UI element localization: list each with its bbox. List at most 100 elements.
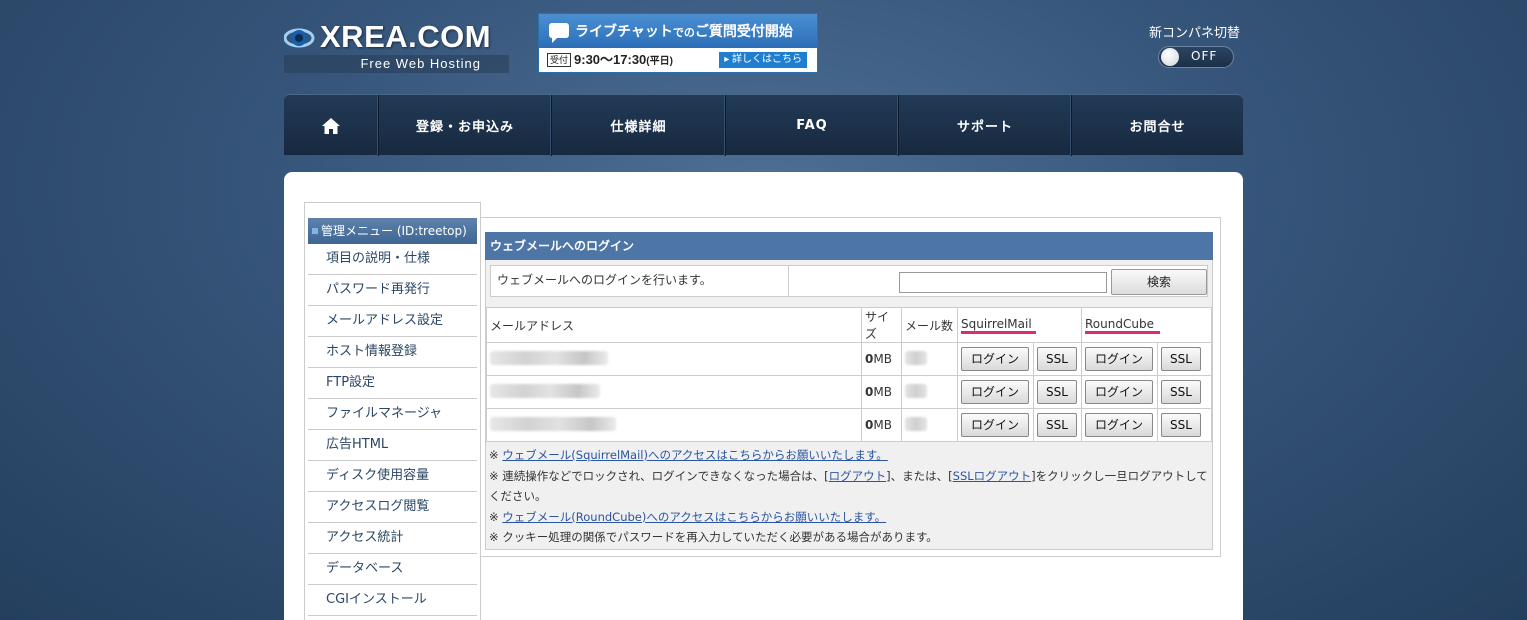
search-area: 検索 xyxy=(789,266,1207,296)
sidebar-item-host[interactable]: ホスト情報登録 xyxy=(308,337,477,368)
squirrelmail-access-link[interactable]: ウェブメール(SquirrelMail)へのアクセスはこちらからお願いいたします… xyxy=(502,448,887,462)
chat-hours-text: 9:30～17:30 xyxy=(574,52,647,67)
squirrelmail-label: SquirrelMail xyxy=(961,317,1036,334)
redacted-count xyxy=(905,416,927,431)
roundcube-ssl-button[interactable]: SSL xyxy=(1161,347,1201,371)
redacted-count xyxy=(905,350,927,365)
new-panel-toggle[interactable]: OFF xyxy=(1158,46,1234,68)
squirrelmail-ssl-button[interactable]: SSL xyxy=(1037,413,1077,437)
chat-title-small: での xyxy=(672,27,695,39)
xrea-logo[interactable]: XREA.COM Free Web Hosting xyxy=(284,17,509,73)
webmail-section: ウェブメールへのログイン ウェブメールへのログインを行います。 検索 メールアド… xyxy=(485,232,1213,550)
redacted-address xyxy=(490,416,616,431)
roundcube-label: RoundCube xyxy=(1085,317,1160,334)
nav-contact[interactable]: お問合せ xyxy=(1072,95,1243,156)
col-address: メールアドレス xyxy=(486,307,862,343)
section-title: ウェブメールへのログイン xyxy=(485,232,1213,260)
content-area: ウェブメールへのログイン ウェブメールへのログインを行います。 検索 メールアド… xyxy=(480,217,1221,557)
chat-title-a: ライブチャット xyxy=(575,23,673,39)
sidebar-item-spec[interactable]: 項目の説明・仕様 xyxy=(308,244,477,275)
nav-home[interactable] xyxy=(284,95,379,156)
col-count: メール数 xyxy=(901,307,958,343)
chat-details-button[interactable]: ▸ 詳しくはこちら xyxy=(719,52,807,68)
main-nav: 登録・お申込み 仕様詳細 FAQ サポート お問合せ xyxy=(284,94,1243,156)
roundcube-ssl-button[interactable]: SSL xyxy=(1161,413,1201,437)
chat-bubble-icon xyxy=(549,23,569,43)
sidebar-item-cgi[interactable]: CGIインストール xyxy=(308,585,477,616)
mail-address xyxy=(486,342,862,376)
note-roundcube: ※ ウェブメール(RoundCube)へのアクセスはこちらからお願いいたします。 xyxy=(489,509,887,524)
sidebar-item-ad-html[interactable]: 広告HTML xyxy=(308,430,477,461)
roundcube-ssl-button[interactable]: SSL xyxy=(1161,380,1201,404)
roundcube-login-button[interactable]: ログイン xyxy=(1085,413,1153,437)
table-row: 0MB ログイン SSL ログイン SSL xyxy=(486,408,1212,442)
webmail-description: ウェブメールへのログインを行います。 xyxy=(491,266,789,296)
live-chat-banner[interactable]: ライブチャットでのご質問受付開始 受付 9:30～17:30(平日) ▸ 詳しくは… xyxy=(538,13,818,73)
sidebar-title: 管理メニュー (ID:treetop) xyxy=(308,218,477,244)
note-squirrelmail: ※ ウェブメール(SquirrelMail)へのアクセスはこちらからお願いいたし… xyxy=(489,448,888,462)
redacted-address xyxy=(490,383,600,398)
home-icon xyxy=(322,117,340,134)
chat-title-b: ご質問受付開始 xyxy=(694,23,793,39)
roundcube-login-button[interactable]: ログイン xyxy=(1085,380,1153,404)
search-button[interactable]: 検索 xyxy=(1111,269,1207,295)
nav-support[interactable]: サポート xyxy=(899,95,1072,156)
col-size: サイズ xyxy=(861,307,902,343)
table-row: 0MB ログイン SSL ログイン SSL xyxy=(486,342,1212,376)
note-lockout: ※ 連続操作などでロックされ、ログインできなくなった場合は、[ログアウト]、また… xyxy=(489,468,1208,504)
sidebar-bullet-icon xyxy=(312,228,318,234)
section-body: ウェブメールへのログインを行います。 検索 メールアドレス サイズ メール数 S… xyxy=(485,260,1213,550)
mail-address xyxy=(486,375,862,409)
chat-hours: 受付 9:30～17:30(平日) ▸ 詳しくはこちら xyxy=(539,48,817,72)
table-header: メールアドレス サイズ メール数 SquirrelMail RoundCube xyxy=(486,307,1212,343)
nav-register[interactable]: 登録・お申込み xyxy=(379,95,552,156)
ssl-logout-link[interactable]: SSLログアウト xyxy=(953,469,1032,483)
nav-specs[interactable]: 仕様詳細 xyxy=(552,95,726,156)
chat-hours-paren: (平日) xyxy=(646,56,673,67)
mail-count xyxy=(901,375,958,409)
search-input[interactable] xyxy=(899,272,1107,293)
nav-faq[interactable]: FAQ xyxy=(726,95,899,156)
squirrelmail-ssl-button[interactable]: SSL xyxy=(1037,347,1077,371)
logo-mark-icon xyxy=(284,28,315,48)
note-cookie: ※ クッキー処理の関係でパスワードを再入力していただく必要がある場合があります。 xyxy=(489,530,938,544)
squirrelmail-login-button[interactable]: ログイン xyxy=(961,347,1029,371)
sidebar-item-accesslog[interactable]: アクセスログ閲覧 xyxy=(308,492,477,523)
roundcube-login-button[interactable]: ログイン xyxy=(1085,347,1153,371)
mail-size: 0MB xyxy=(861,342,902,376)
table-row: 0MB ログイン SSL ログイン SSL xyxy=(486,375,1212,409)
logo-text: XREA.COM xyxy=(320,19,492,54)
sidebar-item-stats[interactable]: アクセス統計 xyxy=(308,523,477,554)
roundcube-access-link[interactable]: ウェブメール(RoundCube)へのアクセスはこちらからお願いいたします。 xyxy=(502,510,886,524)
mail-count xyxy=(901,342,958,376)
new-panel-toggle-label: 新コンパネ切替 xyxy=(1149,26,1241,41)
search-bar: ウェブメールへのログインを行います。 検索 xyxy=(490,265,1208,297)
main-panel: 管理メニュー (ID:treetop) 項目の説明・仕様 パスワード再発行 メー… xyxy=(284,172,1243,620)
toggle-state: OFF xyxy=(1191,49,1218,63)
redacted-count xyxy=(905,383,927,398)
mail-address xyxy=(486,408,862,442)
mail-count xyxy=(901,408,958,442)
sidebar-item-password[interactable]: パスワード再発行 xyxy=(308,275,477,306)
sidebar-title-text: 管理メニュー (ID:treetop) xyxy=(321,224,467,238)
squirrelmail-login-button[interactable]: ログイン xyxy=(961,380,1029,404)
chat-banner-title: ライブチャットでのご質問受付開始 xyxy=(539,14,817,48)
mail-size: 0MB xyxy=(861,408,902,442)
squirrelmail-login-button[interactable]: ログイン xyxy=(961,413,1029,437)
sidebar-item-mail[interactable]: メールアドレス設定 xyxy=(308,306,477,337)
mail-size: 0MB xyxy=(861,375,902,409)
notes: ※ ウェブメール(SquirrelMail)へのアクセスはこちらからお願いいたし… xyxy=(486,442,1212,551)
sidebar-item-disk[interactable]: ディスク使用容量 xyxy=(308,461,477,492)
col-roundcube: RoundCube xyxy=(1081,307,1212,343)
chat-hours-tag: 受付 xyxy=(547,53,572,67)
squirrelmail-ssl-button[interactable]: SSL xyxy=(1037,380,1077,404)
toggle-knob xyxy=(1161,48,1179,66)
sidebar-item-ftp[interactable]: FTP設定 xyxy=(308,368,477,399)
sidebar-item-filemanager[interactable]: ファイルマネージャ xyxy=(308,399,477,430)
redacted-address xyxy=(490,350,608,365)
sidebar-item-database[interactable]: データベース xyxy=(308,554,477,585)
logo-subtitle: Free Web Hosting xyxy=(284,55,509,73)
logout-link[interactable]: ログアウト xyxy=(829,469,887,483)
col-squirrelmail: SquirrelMail xyxy=(957,307,1082,343)
mail-table: メールアドレス サイズ メール数 SquirrelMail RoundCube … xyxy=(486,307,1212,442)
